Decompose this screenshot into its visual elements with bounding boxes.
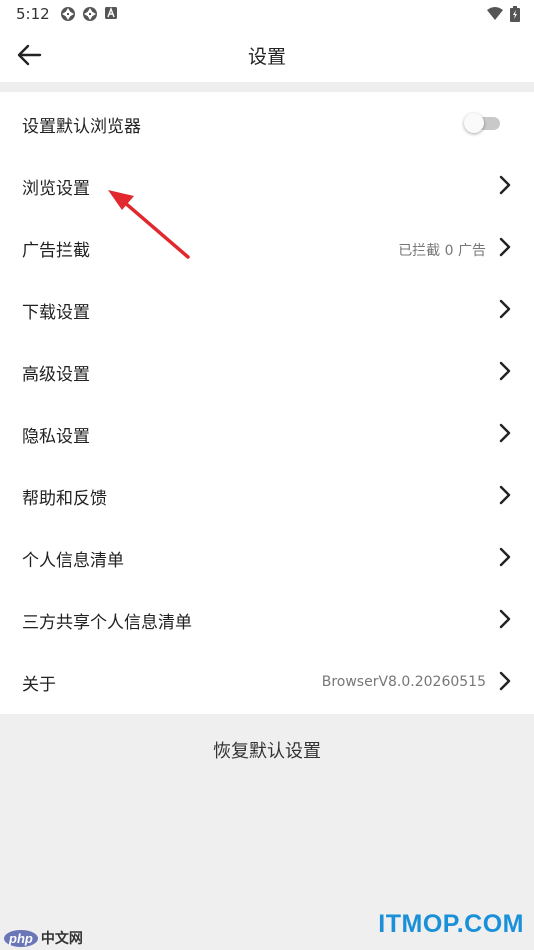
restore-defaults-button[interactable]: 恢复默认设置 xyxy=(0,714,534,790)
settings-list: 设置默认浏览器 浏览设置 广告拦截 已拦截 0 广告 下载设置 高级设置 隐私设… xyxy=(0,92,534,714)
chevron-right-icon xyxy=(499,299,511,319)
shutter-icon xyxy=(61,7,75,21)
setting-label: 隐私设置 xyxy=(22,427,90,447)
setting-row-help-feedback[interactable]: 帮助和反馈 xyxy=(0,464,534,526)
setting-label: 广告拦截 xyxy=(22,241,90,261)
app-version: BrowserV8.0.20260515 xyxy=(321,674,486,690)
watermark-php: php 中文网 xyxy=(4,928,83,948)
status-bar: 5:12 xyxy=(0,0,534,28)
setting-row-default-browser[interactable]: 设置默认浏览器 xyxy=(0,92,534,154)
setting-row-advanced-settings[interactable]: 高级设置 xyxy=(0,340,534,402)
default-browser-toggle[interactable] xyxy=(464,113,500,133)
setting-label: 高级设置 xyxy=(22,365,90,385)
setting-row-personal-info-list[interactable]: 个人信息清单 xyxy=(0,526,534,588)
chevron-right-icon xyxy=(499,609,511,629)
watermark-itmop: ITMOP.COM xyxy=(378,910,524,938)
chevron-right-icon xyxy=(499,361,511,381)
a-badge-icon xyxy=(105,7,117,19)
setting-row-about[interactable]: 关于 BrowserV8.0.20260515 xyxy=(0,650,534,712)
chevron-right-icon xyxy=(499,671,511,691)
setting-label: 三方共享个人信息清单 xyxy=(22,613,192,633)
chevron-right-icon xyxy=(499,423,511,443)
chevron-right-icon xyxy=(499,485,511,505)
setting-label: 关于 xyxy=(22,675,56,695)
setting-label: 浏览设置 xyxy=(22,179,90,199)
setting-row-third-party-info-list[interactable]: 三方共享个人信息清单 xyxy=(0,588,534,650)
app-bar: 设置 xyxy=(0,28,534,82)
chevron-right-icon xyxy=(499,237,511,257)
setting-row-download-settings[interactable]: 下载设置 xyxy=(0,278,534,340)
setting-row-browse-settings[interactable]: 浏览设置 xyxy=(0,154,534,216)
setting-label: 设置默认浏览器 xyxy=(22,117,141,137)
shutter-icon xyxy=(83,7,97,21)
setting-label: 帮助和反馈 xyxy=(22,489,107,509)
status-time: 5:12 xyxy=(16,5,50,23)
page-title: 设置 xyxy=(247,46,286,68)
setting-label: 下载设置 xyxy=(22,303,90,323)
chevron-right-icon xyxy=(499,547,511,567)
divider xyxy=(0,82,534,92)
ad-block-count: 已拦截 0 广告 xyxy=(398,243,486,259)
wifi-icon xyxy=(487,7,503,20)
watermark-cn-text: 中文网 xyxy=(40,930,83,946)
status-notification-icons xyxy=(60,6,118,22)
php-logo-icon: php xyxy=(4,929,38,947)
battery-charging-icon xyxy=(510,6,520,22)
status-system-icons xyxy=(486,6,520,22)
setting-label: 个人信息清单 xyxy=(22,551,124,571)
setting-row-ad-block[interactable]: 广告拦截 已拦截 0 广告 xyxy=(0,216,534,278)
setting-row-privacy-settings[interactable]: 隐私设置 xyxy=(0,402,534,464)
chevron-right-icon xyxy=(499,175,511,195)
toggle-thumb xyxy=(464,113,484,133)
